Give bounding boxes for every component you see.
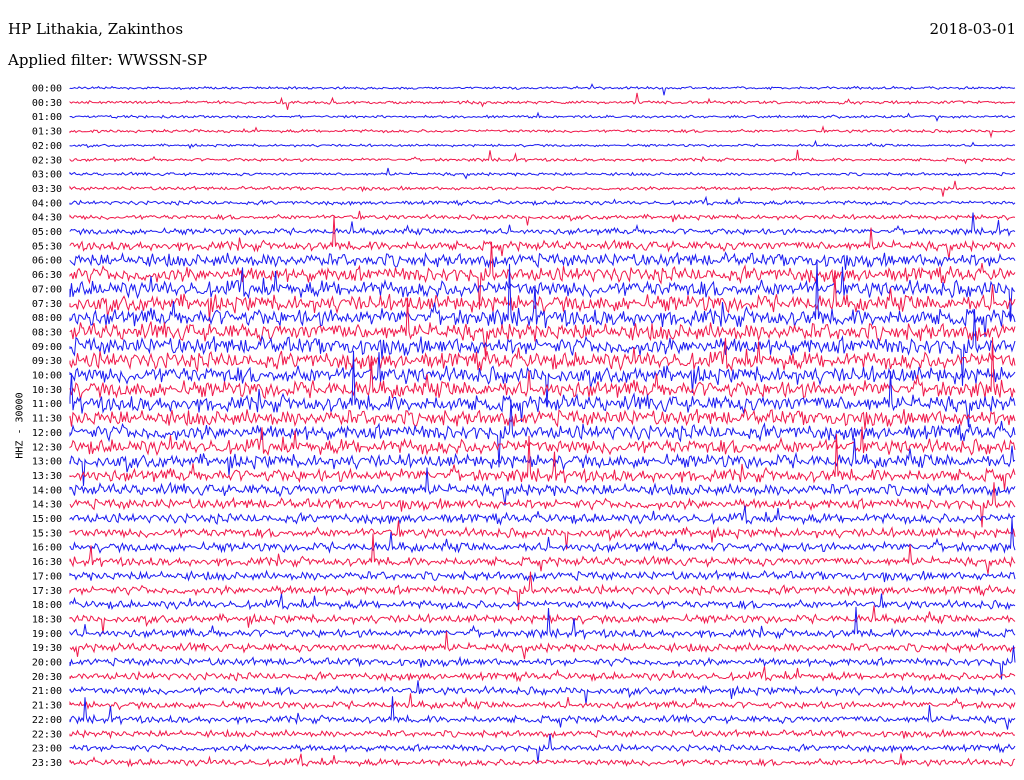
trace-row-1130 — [69, 407, 1016, 430]
seismogram-plot: 00:00 00:30 01:00 01:30 02:00 02:30 03:00 03:30… — [32, 83, 1016, 769]
time-tick-label: 12:30 — [32, 442, 62, 453]
time-tick-label: 11:30 — [32, 414, 62, 425]
trace-row-0330 — [69, 180, 1016, 197]
trace-row-2100 — [69, 680, 1016, 705]
trace-row-0430 — [69, 210, 1016, 226]
trace-row-1800 — [69, 593, 1016, 611]
time-tick-label: 17:00 — [32, 571, 62, 582]
time-tick-label: 13:30 — [32, 471, 62, 482]
time-tick-label: 04:30 — [32, 213, 62, 224]
trace-row-2200 — [69, 696, 1016, 730]
time-tick-label: 05:30 — [32, 241, 62, 252]
time-tick-label: 13:00 — [32, 457, 62, 468]
time-tick-label: 20:00 — [32, 658, 62, 669]
time-tick-label: 17:30 — [32, 586, 62, 597]
trace-row-1630 — [69, 533, 1016, 574]
time-tick-label: 02:30 — [32, 155, 62, 166]
trace-row-1700 — [69, 569, 1016, 583]
time-tick-label: 08:30 — [32, 327, 62, 338]
trace-row-0030 — [69, 92, 1016, 110]
time-tick-label: 02:00 — [32, 141, 62, 152]
trace-row-0300 — [69, 167, 1016, 180]
trace-row-0200 — [69, 139, 1016, 150]
trace-row-0130 — [69, 125, 1016, 139]
trace-row-0630 — [69, 241, 1016, 310]
time-tick-label: 18:30 — [32, 614, 62, 625]
trace-row-0400 — [69, 195, 1016, 207]
trace-row-1530 — [69, 520, 1016, 550]
trace-row-2300 — [69, 733, 1016, 764]
trace-row-0530 — [69, 216, 1016, 259]
time-tick-label: 05:00 — [32, 227, 62, 238]
time-tick-label: 14:00 — [32, 485, 62, 496]
trace-row-1030 — [69, 337, 1016, 400]
seismic-traces — [69, 83, 1016, 768]
time-tick-label: 08:00 — [32, 313, 62, 324]
trace-row-0000 — [69, 83, 1016, 96]
trace-row-1930 — [69, 631, 1016, 660]
time-tick-label: 00:00 — [32, 84, 62, 95]
time-tick-label: 21:30 — [32, 701, 62, 712]
time-tick-label: 22:00 — [32, 715, 62, 726]
time-tick-label: 23:00 — [32, 744, 62, 755]
time-tick-label: 10:00 — [32, 371, 62, 382]
trace-row-1200 — [69, 399, 1016, 468]
time-tick-label: 20:30 — [32, 672, 62, 683]
time-tick-label: 19:30 — [32, 643, 62, 654]
time-tick-label: 18:00 — [32, 600, 62, 611]
trace-row-2030 — [69, 666, 1016, 683]
time-tick-label: 22:30 — [32, 729, 62, 740]
time-tick-label: 01:30 — [32, 127, 62, 138]
trace-row-2330 — [69, 753, 1016, 768]
time-tick-label: 16:00 — [32, 543, 62, 554]
time-tick-label: 03:30 — [32, 184, 62, 195]
trace-row-2230 — [69, 728, 1015, 740]
time-tick-label: 06:00 — [32, 256, 62, 267]
time-tick-label: 09:30 — [32, 356, 62, 367]
time-tick-label: 06:30 — [32, 270, 62, 281]
time-tick-label: 07:00 — [32, 284, 62, 295]
time-tick-label: 09:00 — [32, 342, 62, 353]
trace-row-1300 — [69, 438, 1016, 486]
time-tick-label: 15:30 — [32, 528, 62, 539]
time-tick-label: 16:30 — [32, 557, 62, 568]
time-tick-label: 11:00 — [32, 399, 62, 410]
time-tick-labels: 00:00 00:30 01:00 01:30 02:00 02:30 03:00 03:30… — [32, 84, 62, 769]
trace-row-1600 — [69, 518, 1016, 554]
trace-row-0100 — [69, 111, 1016, 123]
time-tick-label: 15:00 — [32, 514, 62, 525]
time-tick-label: 12:00 — [32, 428, 62, 439]
time-tick-label: 21:00 — [32, 686, 62, 697]
time-tick-label: 19:00 — [32, 629, 62, 640]
trace-row-0600 — [69, 251, 1016, 270]
time-tick-label: 03:00 — [32, 170, 62, 181]
time-tick-label: 23:30 — [32, 758, 62, 769]
trace-row-1500 — [69, 505, 1016, 526]
time-tick-label: 07:30 — [32, 299, 62, 310]
trace-row-0230 — [69, 149, 1016, 165]
time-tick-label: 04:00 — [32, 198, 62, 209]
time-tick-label: 00:30 — [32, 98, 62, 109]
time-tick-label: 14:30 — [32, 500, 62, 511]
time-tick-label: 10:30 — [32, 385, 62, 396]
time-tick-label: 01:00 — [32, 112, 62, 123]
